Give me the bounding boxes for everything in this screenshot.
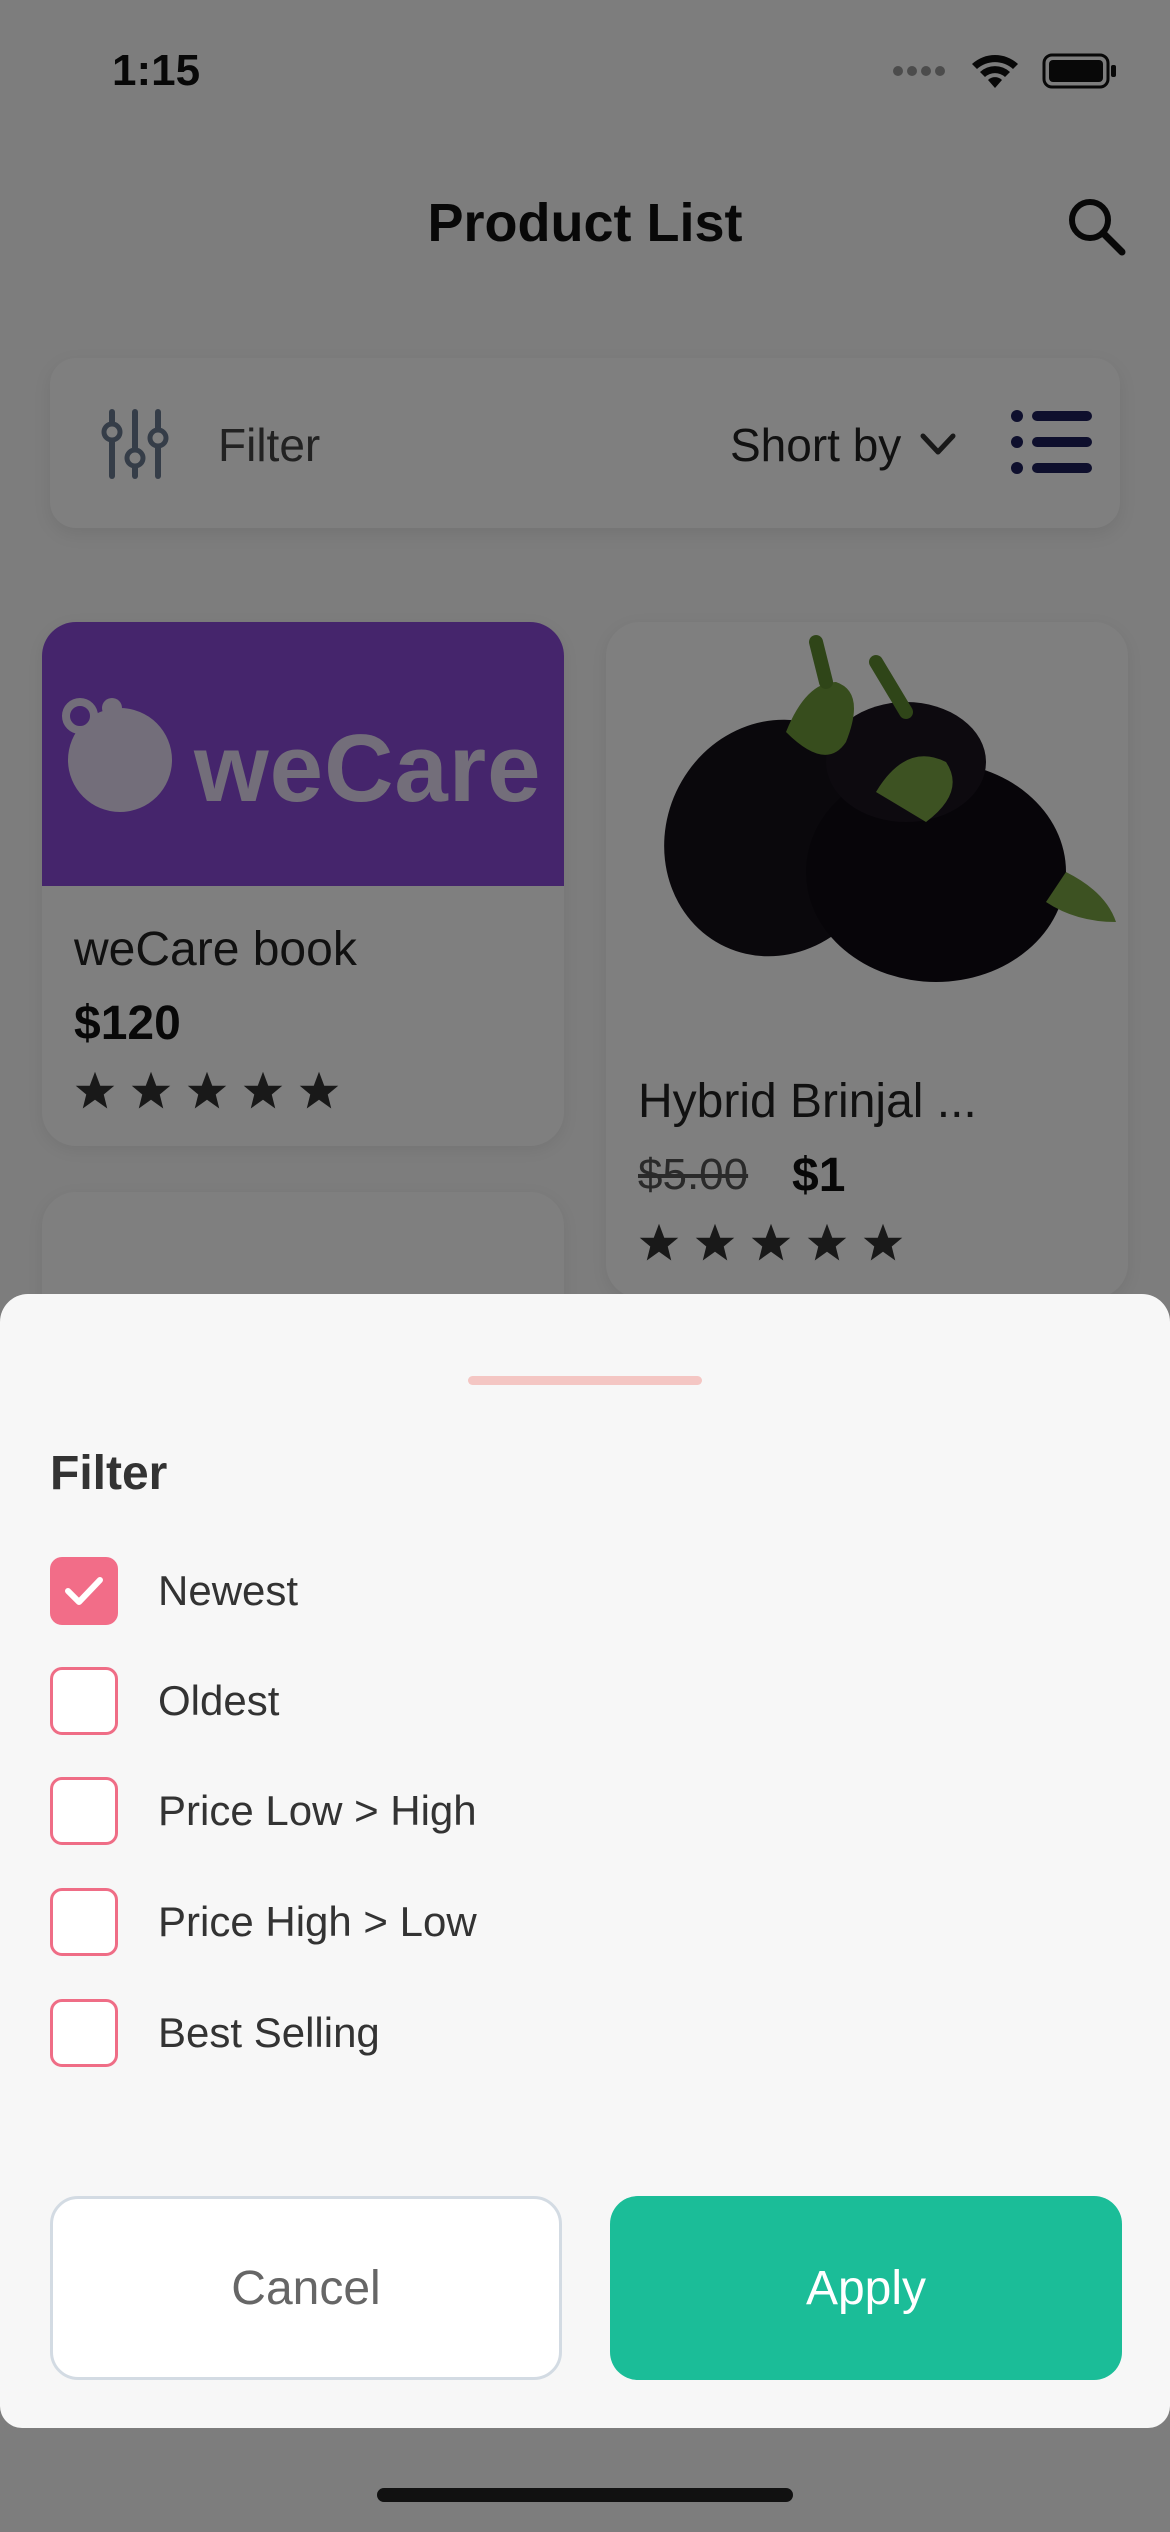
option-label: Price Low > High bbox=[158, 1787, 477, 1834]
apply-button[interactable]: Apply bbox=[610, 2196, 1122, 2380]
checkbox[interactable] bbox=[50, 1557, 118, 1625]
option-label: Newest bbox=[158, 1567, 299, 1614]
checkbox[interactable] bbox=[50, 1888, 118, 1956]
option-label: Best Selling bbox=[158, 2009, 380, 2056]
checkbox[interactable] bbox=[50, 1667, 118, 1735]
sheet-drag-handle[interactable] bbox=[468, 1376, 702, 1385]
filter-bottom-sheet: Filter Newest Oldest Price Low > High Pr… bbox=[0, 1294, 1170, 2428]
filter-option-newest[interactable]: Newest bbox=[50, 1554, 298, 1628]
checkbox[interactable] bbox=[50, 1999, 118, 2067]
filter-option-price-low-high[interactable]: Price Low > High bbox=[50, 1774, 477, 1848]
product-list-screen: 1:15 Product List bbox=[0, 0, 1170, 2532]
checkbox[interactable] bbox=[50, 1777, 118, 1845]
checkmark-icon bbox=[65, 1577, 103, 1605]
cancel-button[interactable]: Cancel bbox=[50, 2196, 562, 2380]
option-label: Oldest bbox=[158, 1677, 280, 1724]
filter-option-best-selling[interactable]: Best Selling bbox=[50, 1996, 380, 2070]
filter-option-oldest[interactable]: Oldest bbox=[50, 1664, 279, 1738]
home-indicator[interactable] bbox=[377, 2488, 793, 2502]
option-label: Price High > Low bbox=[158, 1898, 477, 1945]
sheet-title: Filter bbox=[50, 1447, 168, 1500]
filter-option-price-high-low[interactable]: Price High > Low bbox=[50, 1885, 477, 1959]
